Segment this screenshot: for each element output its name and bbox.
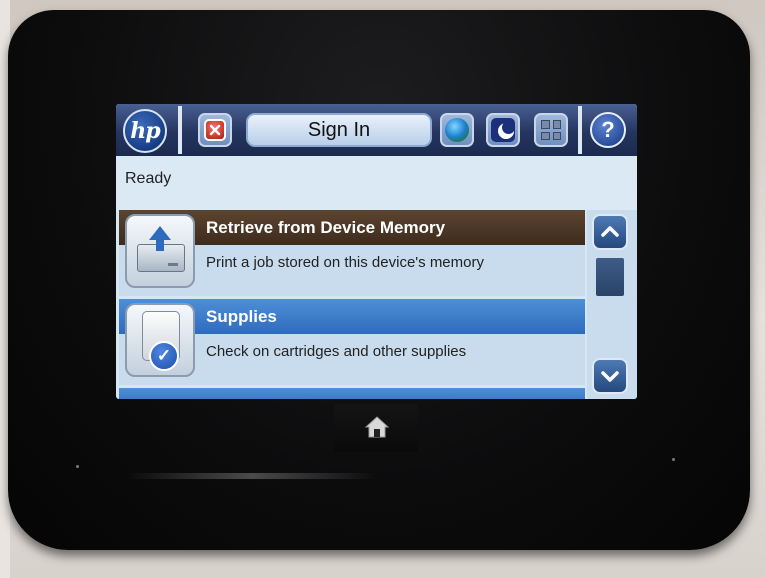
status-bar: Ready (116, 156, 637, 210)
language-button[interactable] (440, 113, 474, 147)
supplies-icon: ✓ (125, 303, 195, 377)
list-item-retrieve-from-device-memory[interactable]: Retrieve from Device Memory Print a job … (119, 210, 585, 296)
sleep-moon-icon (491, 118, 515, 142)
cancel-icon (204, 119, 226, 141)
bezel-highlight (126, 473, 376, 479)
globe-icon (445, 118, 469, 142)
help-button[interactable]: ? (590, 112, 626, 148)
cancel-button[interactable] (198, 113, 232, 147)
indicator-dot (672, 458, 675, 461)
indicator-dot (76, 465, 79, 468)
list-item-description: Print a job stored on this device's memo… (206, 254, 484, 271)
scrollbar[interactable] (587, 210, 637, 399)
sleep-button[interactable] (486, 113, 520, 147)
list-item-partial[interactable] (119, 388, 585, 399)
network-icon (541, 120, 561, 140)
home-button[interactable] (334, 404, 418, 452)
network-button[interactable] (534, 113, 568, 147)
top-bar: hp Sign In ? (116, 104, 637, 156)
touch-screen: hp Sign In ? Ready Retrieve from Device … (116, 104, 637, 399)
scroll-up-button[interactable] (592, 214, 628, 250)
hp-logo: hp (123, 109, 167, 153)
scrollbar-thumb[interactable] (596, 258, 624, 296)
status-text: Ready (125, 170, 172, 187)
list-item-supplies[interactable]: Supplies ✓ Check on cartridges and other… (119, 299, 585, 385)
list-item-title-partial (119, 388, 585, 399)
device-memory-icon (125, 214, 195, 288)
scroll-down-button[interactable] (592, 358, 628, 394)
divider (178, 106, 182, 154)
list-item-description: Check on cartridges and other supplies (206, 343, 467, 360)
home-icon (364, 416, 390, 438)
chevron-up-icon (601, 226, 619, 237)
divider (578, 106, 582, 154)
chevron-down-icon (601, 371, 619, 382)
sign-in-button[interactable]: Sign In (246, 113, 432, 147)
